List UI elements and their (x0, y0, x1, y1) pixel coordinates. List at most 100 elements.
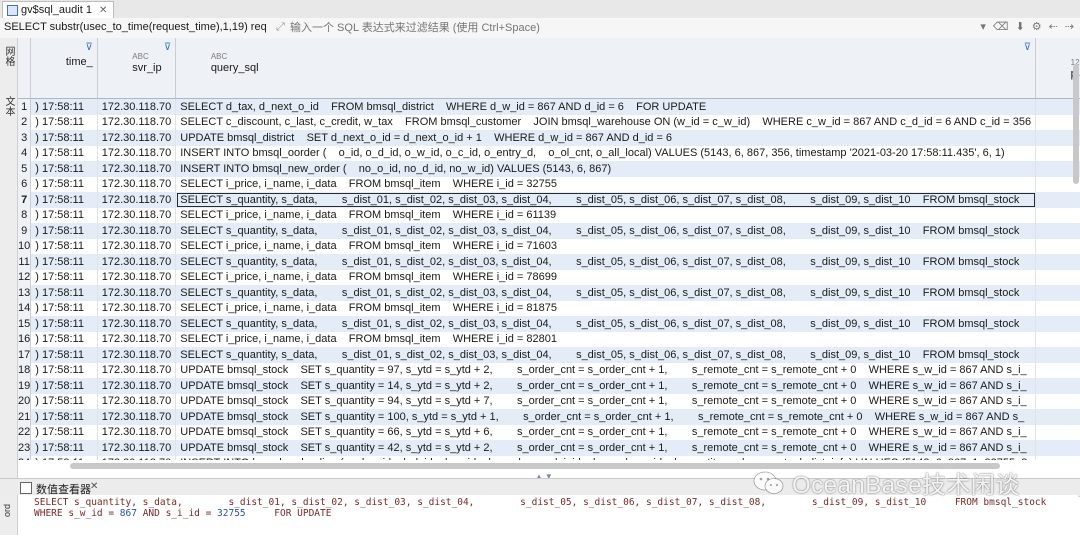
cell-query-sql[interactable]: INSERT INTO bmsql_oorder ( o_id, o_d_id,… (175, 145, 1037, 161)
cell-time[interactable]: ) 17:58:11 (30, 223, 98, 239)
cell-svr-ip[interactable]: 172.30.118.70 (97, 409, 177, 425)
cell-query-sql[interactable]: UPDATE bmsql_stock SET s_quantity = 66, … (175, 424, 1037, 440)
cell-plan-type[interactable]: 1 (1035, 424, 1080, 440)
text-view-button[interactable]: 文本 (1, 96, 16, 119)
row-number[interactable]: 18 (18, 362, 32, 378)
table-row[interactable]: 21) 17:58:11 172.30.118.70 UPDATE bmsql_st… (18, 409, 1080, 425)
cell-svr-ip[interactable]: 172.30.118.70 (97, 300, 177, 316)
cell-time[interactable]: ) 17:58:11 (30, 409, 98, 425)
cell-svr-ip[interactable]: 172.30.118.70 (97, 347, 177, 363)
cell-query-sql[interactable]: SELECT i_price, i_name, i_data FROM bmsq… (175, 238, 1037, 254)
cell-plan-type[interactable]: 1 (1035, 455, 1080, 460)
cell-time[interactable]: ) 17:58:11 (30, 393, 98, 409)
row-number[interactable]: 1 (18, 98, 32, 115)
close-icon[interactable]: ✕ (99, 5, 107, 16)
cell-query-sql[interactable]: SELECT i_price, i_name, i_data FROM bmsq… (175, 300, 1037, 316)
history-icon[interactable]: ▾ (980, 20, 986, 33)
cell-time[interactable]: ) 17:58:11 (30, 424, 98, 440)
cell-time[interactable]: ) 17:58:11 (30, 285, 98, 301)
cell-plan-type[interactable]: 1 (1035, 223, 1080, 239)
horizontal-scrollbar[interactable] (70, 463, 1000, 469)
table-row[interactable]: 22) 17:58:11 172.30.118.70 UPDATE bmsql_st… (18, 424, 1080, 440)
row-number[interactable]: 4 (18, 145, 32, 161)
cell-plan-type[interactable]: 1 (1035, 192, 1080, 208)
filter-icon[interactable]: ⊽ (164, 42, 171, 53)
row-number[interactable]: 19 (18, 378, 32, 394)
cell-plan-type[interactable]: 2 (1035, 269, 1080, 285)
cell-plan-type[interactable]: 1 (1035, 254, 1080, 270)
cell-svr-ip[interactable]: 172.30.118.70 (97, 207, 177, 223)
column-header-svr-ip[interactable]: ABC svr_ip ⊽ (97, 38, 177, 99)
cell-time[interactable]: ) 17:58:11 (30, 238, 98, 254)
cell-svr-ip[interactable]: 172.30.118.70 (97, 378, 177, 394)
cell-plan-type[interactable]: 2 (1035, 331, 1080, 347)
cell-plan-type[interactable]: 1 (1035, 440, 1080, 456)
cell-query-sql[interactable]: INSERT INTO bmsql_new_order ( no_o_id, n… (175, 161, 1037, 177)
cell-query-sql[interactable]: UPDATE bmsql_stock SET s_quantity = 97, … (175, 362, 1037, 378)
column-header-query-sql[interactable]: ABC query_sql ⊽ (175, 38, 1037, 99)
row-number[interactable]: 23 (18, 440, 32, 456)
cell-query-sql[interactable]: SELECT i_price, i_name, i_data FROM bmsq… (175, 207, 1037, 223)
cell-plan-type[interactable]: 1 (1035, 378, 1080, 394)
cell-plan-type[interactable]: 1 (1035, 362, 1080, 378)
cell-plan-type[interactable]: 2 (1035, 300, 1080, 316)
settings-icon[interactable]: ⚙ (1032, 20, 1042, 33)
cell-svr-ip[interactable]: 172.30.118.70 (97, 424, 177, 440)
cell-query-sql[interactable]: SELECT s_quantity, s_data, s_dist_01, s_… (175, 316, 1037, 332)
cell-time[interactable]: ) 17:58:11 (30, 130, 98, 146)
cell-time[interactable]: ) 17:58:11 (30, 300, 98, 316)
cell-query-sql[interactable]: UPDATE bmsql_district SET d_next_o_id = … (175, 130, 1037, 146)
cell-time[interactable]: ) 17:58:11 (30, 378, 98, 394)
cell-svr-ip[interactable]: 172.30.118.70 (97, 176, 177, 192)
cell-query-sql[interactable]: SELECT s_quantity, s_data, s_dist_01, s_… (175, 285, 1037, 301)
cell-svr-ip[interactable]: 172.30.118.70 (97, 130, 177, 146)
cell-query-sql[interactable]: UPDATE bmsql_stock SET s_quantity = 94, … (175, 393, 1037, 409)
cell-query-sql[interactable]: UPDATE bmsql_stock SET s_quantity = 100,… (175, 409, 1037, 425)
grid-view-button[interactable]: 网格 (1, 46, 16, 69)
cell-time[interactable]: ) 17:58:11 (30, 347, 98, 363)
row-number[interactable]: 6 (18, 176, 32, 192)
table-row[interactable]: 20) 17:58:11 172.30.118.70 UPDATE bmsql_st… (18, 393, 1080, 409)
cell-svr-ip[interactable]: 172.30.118.70 (97, 455, 177, 460)
cell-time[interactable]: ) 17:58:11 (30, 362, 98, 378)
cell-query-sql[interactable]: INSERT INTO bmsql_order_line ( ol_o_id, … (175, 455, 1037, 460)
row-number[interactable]: 7 (18, 192, 32, 208)
row-number[interactable]: 20 (18, 393, 32, 409)
forward-icon[interactable]: ⇢ (1065, 20, 1074, 33)
row-number[interactable]: 10 (18, 238, 32, 254)
cell-svr-ip[interactable]: 172.30.118.70 (97, 269, 177, 285)
filter-input[interactable] (290, 20, 910, 35)
cell-svr-ip[interactable]: 172.30.118.70 (97, 285, 177, 301)
cell-plan-type[interactable]: 2 (1035, 207, 1080, 223)
tab-sql-audit[interactable]: gv$sql_audit 1 ✕ (2, 1, 115, 18)
cell-plan-type[interactable]: 1 (1035, 409, 1080, 425)
filter-icon[interactable]: ⊽ (1024, 42, 1031, 53)
cell-svr-ip[interactable]: 172.30.118.70 (97, 114, 177, 130)
value-viewer-body[interactable]: SELECT s_quantity, s_data, s_dist_01, s_… (18, 495, 1078, 535)
row-number[interactable]: 15 (18, 316, 32, 332)
cell-time[interactable]: ) 17:58:11 (30, 316, 98, 332)
cell-time[interactable]: ) 17:58:11 (30, 207, 98, 223)
cell-plan-type[interactable]: 1 (1035, 347, 1080, 363)
row-number[interactable]: 3 (18, 130, 32, 146)
table-row[interactable]: 18) 17:58:11 172.30.118.70 UPDATE bmsql_st… (18, 362, 1080, 378)
cell-time[interactable]: ) 17:58:11 (30, 269, 98, 285)
close-icon[interactable]: ✕ (90, 481, 98, 492)
cell-time[interactable]: ) 17:58:11 (30, 98, 98, 115)
cell-svr-ip[interactable]: 172.30.118.70 (97, 98, 177, 115)
expand-icon[interactable]: ⤢ (276, 21, 285, 34)
cell-time[interactable]: ) 17:58:11 (30, 114, 98, 130)
cell-query-sql[interactable]: SELECT i_price, i_name, i_data FROM bmsq… (175, 176, 1037, 192)
cell-svr-ip[interactable]: 172.30.118.70 (97, 316, 177, 332)
cell-plan-type[interactable]: 1 (1035, 316, 1080, 332)
cell-time[interactable]: ) 17:58:11 (30, 176, 98, 192)
cell-query-sql[interactable]: SELECT i_price, i_name, i_data FROM bmsq… (175, 331, 1037, 347)
table-row[interactable]: 23) 17:58:11 172.30.118.70 UPDATE bmsql_st… (18, 440, 1080, 456)
value-viewer-text[interactable]: SELECT s_quantity, s_data, s_dist_01, s_… (34, 497, 1046, 519)
table-row[interactable]: 15) 17:58:11 172.30.118.70 SELECT s_quanti… (18, 316, 1080, 332)
row-number[interactable]: 9 (18, 223, 32, 239)
cell-plan-type[interactable]: 1 (1035, 285, 1080, 301)
cell-query-sql[interactable]: UPDATE bmsql_stock SET s_quantity = 14, … (175, 378, 1037, 394)
table-row[interactable]: 13) 17:58:11 172.30.118.70 SELECT s_quanti… (18, 285, 1080, 301)
vertical-scrollbar[interactable] (1073, 64, 1079, 184)
